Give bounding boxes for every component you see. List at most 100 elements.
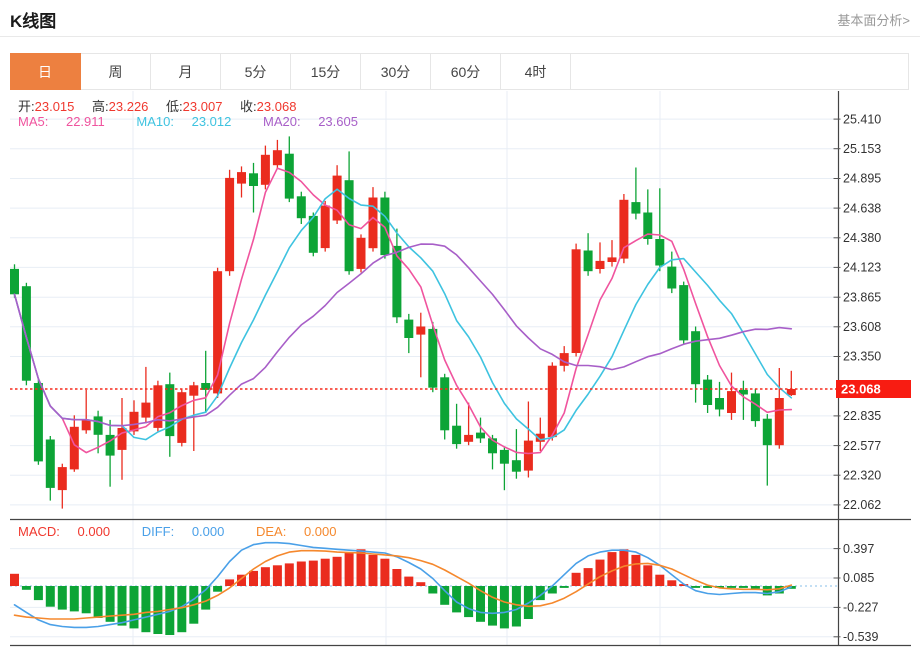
macd-bar: [727, 586, 736, 588]
candle: [105, 419, 115, 487]
macd-bar: [33, 586, 43, 601]
candle: [392, 228, 402, 324]
macd-bar: [320, 558, 330, 586]
open-value: 23.015: [34, 99, 75, 114]
low-label: 低:: [166, 99, 183, 114]
axis-tick-label: 24.638: [843, 201, 881, 215]
panel-borders: [10, 91, 911, 647]
macd-bar: [177, 586, 187, 633]
candle: [667, 251, 677, 294]
macd-bar: [10, 573, 19, 586]
candle: [440, 373, 450, 440]
macd-bar: [296, 561, 306, 586]
macd-bar: [57, 586, 67, 610]
macd-bar: [368, 554, 378, 586]
candle: [703, 375, 713, 413]
candle: [33, 379, 43, 465]
candle: [738, 380, 748, 420]
macd-bar: [595, 559, 605, 586]
macd-bar: [559, 586, 569, 588]
candle: [523, 401, 533, 478]
candle: [750, 388, 760, 427]
candle: [404, 313, 414, 354]
candle: [344, 151, 354, 275]
low-value: 23.007: [182, 99, 223, 114]
macd-bar: [655, 574, 665, 586]
close-value: 23.068: [256, 99, 297, 114]
close-label: 收:: [240, 99, 257, 114]
macd-value: MACD: 0.000: [18, 524, 111, 539]
macd-header: MACD: 0.000 DIFF: 0.000 DEA: 0.000: [18, 524, 365, 539]
macd-bar: [93, 586, 103, 618]
candle: [356, 234, 366, 273]
macd-bar: [272, 565, 282, 586]
open-label: 开:: [18, 99, 35, 114]
candle: [619, 194, 629, 264]
macd-bar: [464, 586, 474, 618]
macd-bar: [667, 580, 677, 586]
candle: [57, 463, 67, 509]
candle: [308, 212, 318, 257]
macd-bar: [404, 576, 414, 586]
axis-tick-label: 25.410: [843, 112, 881, 126]
candle: [296, 191, 306, 224]
macd-bar: [344, 553, 354, 586]
macd-bar: [547, 586, 557, 594]
macd-bar: [488, 586, 497, 626]
candle: [715, 381, 724, 417]
macd-bar: [81, 586, 91, 614]
ohlc-header: 开:23.015 高:23.226 低:23.007 收:23.068: [18, 96, 310, 115]
candle: [21, 282, 31, 386]
last-price-badge-label: 23.068: [841, 382, 881, 397]
candle: [583, 233, 593, 276]
candle: [511, 429, 521, 479]
candle: [499, 446, 509, 491]
macd-bar: [750, 586, 760, 589]
candle: [571, 243, 581, 357]
macd-bar: [416, 582, 426, 586]
macd-bar: [284, 563, 294, 586]
diff-value: DIFF: 0.000: [141, 524, 225, 539]
candle: [679, 281, 689, 344]
macd-bar: [308, 560, 318, 586]
macd-bar: [440, 586, 450, 605]
axis-tick-label: 25.153: [843, 142, 881, 156]
candle: [786, 370, 796, 396]
axis-tick-label: 22.577: [843, 439, 881, 453]
macd-bar: [69, 586, 79, 612]
candle: [452, 403, 462, 449]
dea-value: DEA: 0.000: [255, 524, 337, 539]
candle: [559, 346, 569, 372]
candle: [237, 166, 246, 198]
macd-bar: [511, 586, 521, 627]
candle: [691, 326, 701, 403]
ma-header: MA5: 22.911 MA10: 23.012 MA20: 23.605: [18, 114, 386, 129]
macd-bar: [21, 586, 31, 590]
macd-bar: [738, 586, 748, 588]
candle: [631, 167, 641, 220]
candle: [272, 139, 282, 169]
ma5-line: [13, 167, 793, 455]
macd-bar: [691, 586, 701, 588]
candle: [260, 145, 270, 190]
macd-bar: [45, 586, 55, 607]
candle: [655, 188, 665, 272]
candle: [213, 267, 223, 398]
candle: [249, 162, 258, 213]
candle: [416, 312, 426, 378]
macd-bar: [428, 586, 438, 594]
candle: [141, 366, 151, 424]
axis-tick-label: -0.227: [843, 601, 878, 615]
macd-bar: [392, 569, 402, 586]
macd-bar: [499, 586, 509, 629]
axis-tick-label: 23.608: [843, 320, 881, 334]
candle: [284, 136, 294, 203]
macd-bar: [332, 556, 342, 586]
macd-bar: [643, 565, 653, 586]
high-value: 23.226: [108, 99, 149, 114]
ma20-value: MA20: 23.605: [262, 114, 358, 129]
candle: [165, 372, 175, 457]
macd-bar: [260, 567, 270, 586]
axis-tick-label: 0.397: [843, 542, 874, 556]
ma10-value: MA10: 23.012: [136, 114, 232, 129]
